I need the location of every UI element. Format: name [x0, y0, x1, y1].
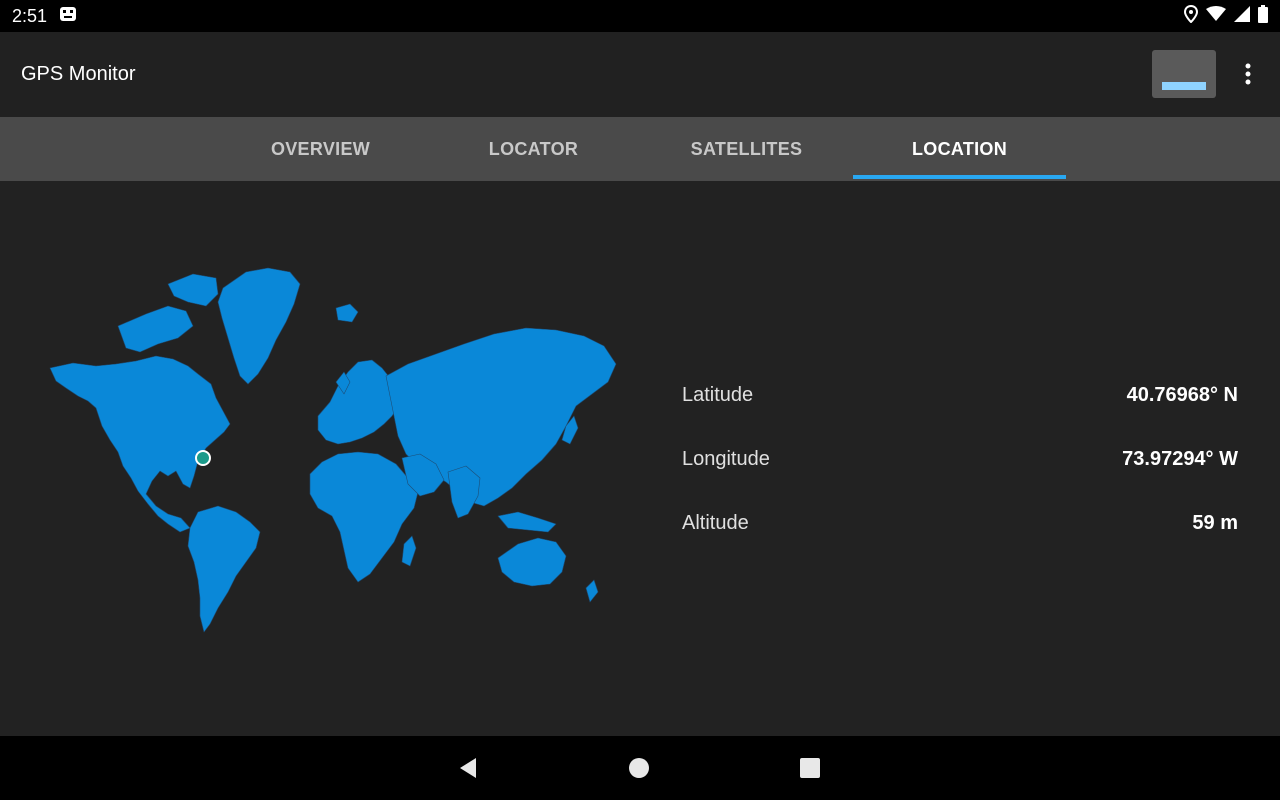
north-america-landmass [49, 355, 231, 533]
latitude-value: 40.76968° N [1126, 383, 1238, 406]
india [447, 465, 481, 519]
signal-icon [1234, 5, 1250, 27]
iceland [335, 303, 359, 323]
screen-toggle-icon [1162, 82, 1206, 90]
madagascar [401, 535, 417, 567]
recents-icon[interactable] [798, 756, 822, 780]
battery-icon [1258, 4, 1268, 28]
world-map-svg [49, 267, 617, 633]
status-right [1183, 4, 1268, 28]
status-bar: 2:51 [0, 0, 1280, 32]
greenland [217, 267, 301, 385]
australia [497, 537, 567, 587]
altitude-label: Altitude [682, 511, 749, 534]
latitude-label: Latitude [682, 383, 754, 406]
altitude-value: 59 m [1192, 511, 1238, 534]
app-notification-icon [59, 6, 77, 27]
southeast-asia-islands [497, 511, 557, 533]
wifi-icon [1206, 5, 1226, 27]
more-vert-icon [1245, 63, 1251, 85]
app-title: GPS Monitor [21, 63, 136, 85]
home-icon[interactable] [627, 756, 651, 780]
tab-bar: OVERVIEW LOCATOR SATELLITES LOCATION [0, 117, 1280, 181]
screen-toggle-button[interactable] [1152, 50, 1216, 98]
more-options-button[interactable] [1236, 61, 1260, 87]
tab-location[interactable]: LOCATION [853, 117, 1066, 181]
tab-satellites[interactable]: SATELLITES [640, 117, 853, 181]
world-map [18, 266, 623, 641]
tab-locator[interactable]: LOCATOR [427, 117, 640, 181]
altitude-row: Altitude 59 m [682, 507, 1238, 539]
status-time: 2:51 [12, 5, 48, 26]
active-tab-indicator [853, 175, 1066, 179]
latitude-row: Latitude 40.76968° N [682, 379, 1238, 411]
longitude-label: Longitude [682, 447, 770, 470]
africa [309, 451, 419, 583]
system-nav-bar [0, 736, 1280, 800]
location-content: Latitude 40.76968° N Longitude 73.97294°… [0, 181, 1280, 736]
new-zealand [585, 579, 599, 603]
arctic-islands [117, 305, 194, 353]
app-bar: GPS Monitor [0, 32, 1280, 117]
arctic-island-2 [167, 273, 219, 307]
longitude-value: 73.97294° W [1122, 447, 1238, 470]
tab-overview[interactable]: OVERVIEW [214, 117, 427, 181]
location-icon [1183, 4, 1199, 28]
south-america [187, 505, 261, 633]
back-icon[interactable] [456, 756, 480, 780]
current-location-marker [195, 450, 211, 466]
longitude-row: Longitude 73.97294° W [682, 443, 1238, 475]
status-left: 2:51 [12, 6, 77, 27]
